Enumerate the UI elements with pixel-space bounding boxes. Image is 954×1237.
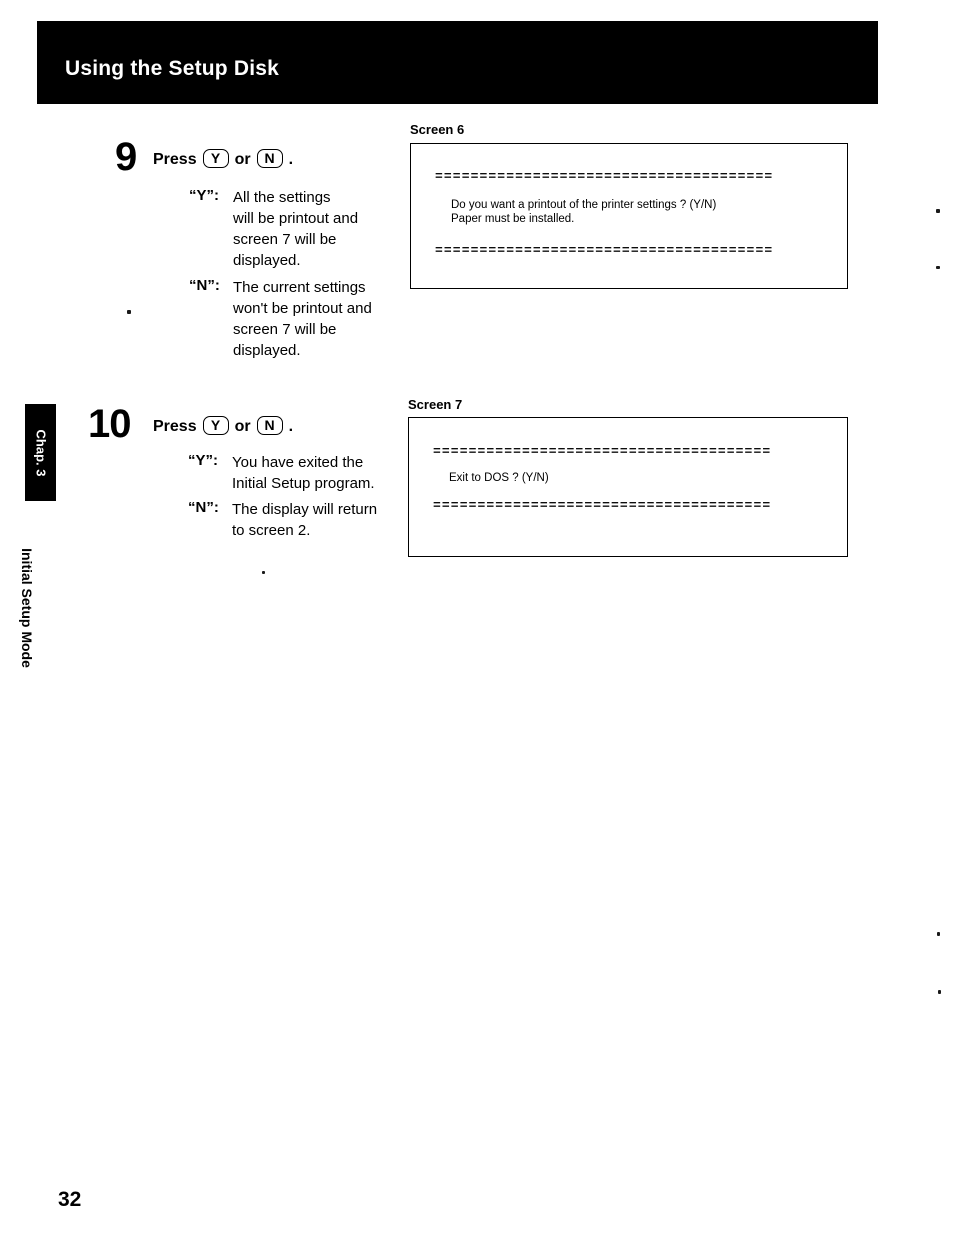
scan-speck — [936, 209, 940, 213]
scan-speck — [938, 990, 941, 994]
scan-speck — [936, 266, 940, 269]
step-10-option-n: “N”: The display will return to screen 2… — [188, 499, 418, 541]
period-mark: . — [288, 151, 294, 168]
step-9-option-y: “Y”: All the settings will be printout a… — [189, 187, 404, 271]
chapter-tab-label: Chap. 3 — [33, 429, 48, 476]
key-y[interactable]: Y — [202, 416, 229, 435]
option-description: The display will return to screen 2. — [232, 501, 378, 539]
step-10-instruction: Press Yor N. — [153, 416, 293, 436]
option-description: The current settings won't be printout a… — [233, 279, 372, 359]
screen-6-rule-top: ====================================== — [435, 169, 774, 184]
option-key-label: “N”: — [189, 277, 220, 294]
or-label: or — [234, 418, 251, 435]
option-description: You have exited the Initial Setup progra… — [232, 454, 375, 492]
press-label: Press — [153, 151, 197, 168]
option-key-label: “N”: — [188, 499, 219, 516]
press-label: Press — [153, 418, 197, 435]
step-9: 9 Press Yor N. “Y”: All the settings will … — [115, 137, 400, 359]
screen-6-body-text: Do you want a printout of the printer se… — [451, 199, 717, 225]
key-n[interactable]: N — [256, 416, 283, 435]
step-10-option-y: “Y”: You have exited the Initial Setup p… — [188, 452, 418, 494]
screen-7-caption: Screen 7 — [408, 397, 463, 412]
scan-speck — [262, 571, 265, 574]
period-mark: . — [288, 418, 294, 435]
screen-7-rule-bottom: ====================================== — [433, 498, 772, 513]
scan-speck — [127, 310, 131, 314]
step-9-option-n: “N”: The current settings won't be print… — [189, 277, 404, 361]
chapter-tab: Chap. 3 — [25, 404, 56, 501]
step-9-instruction: Press Yor N. — [153, 149, 293, 169]
option-key-label: “Y”: — [189, 187, 219, 204]
key-y[interactable]: Y — [202, 149, 229, 168]
step-9-number: 9 — [115, 135, 137, 179]
side-mode-label: Initial Setup Mode — [13, 528, 41, 688]
screen-6-caption: Screen 6 — [410, 122, 465, 137]
screen-7-figure: ====================================== E… — [408, 417, 848, 557]
page-title: Using the Setup Disk — [65, 57, 280, 80]
scan-speck — [937, 932, 940, 936]
screen-6-rule-bottom: ====================================== — [435, 243, 774, 258]
side-mode-label-text: Initial Setup Mode — [19, 548, 35, 668]
step-10: 10 Press Yor N. “Y”: You have exited the I… — [88, 404, 388, 539]
or-label: or — [234, 151, 251, 168]
step-9-heading: 9 Press Yor N. — [115, 137, 400, 179]
step-10-number: 10 — [88, 402, 131, 446]
option-key-label: “Y”: — [188, 452, 218, 469]
option-description: All the settings will be printout and sc… — [233, 189, 359, 269]
key-n[interactable]: N — [256, 149, 283, 168]
screen-7-body-text: Exit to DOS ? (Y/N) — [449, 472, 549, 484]
step-10-heading: 10 Press Yor N. — [88, 404, 388, 446]
manual-page: Using the Setup Disk Chap. 3 Initial Set… — [0, 0, 954, 1237]
screen-7-rule-top: ====================================== — [433, 444, 772, 459]
page-number: 32 — [58, 1188, 82, 1211]
screen-6-figure: ====================================== D… — [410, 143, 848, 289]
